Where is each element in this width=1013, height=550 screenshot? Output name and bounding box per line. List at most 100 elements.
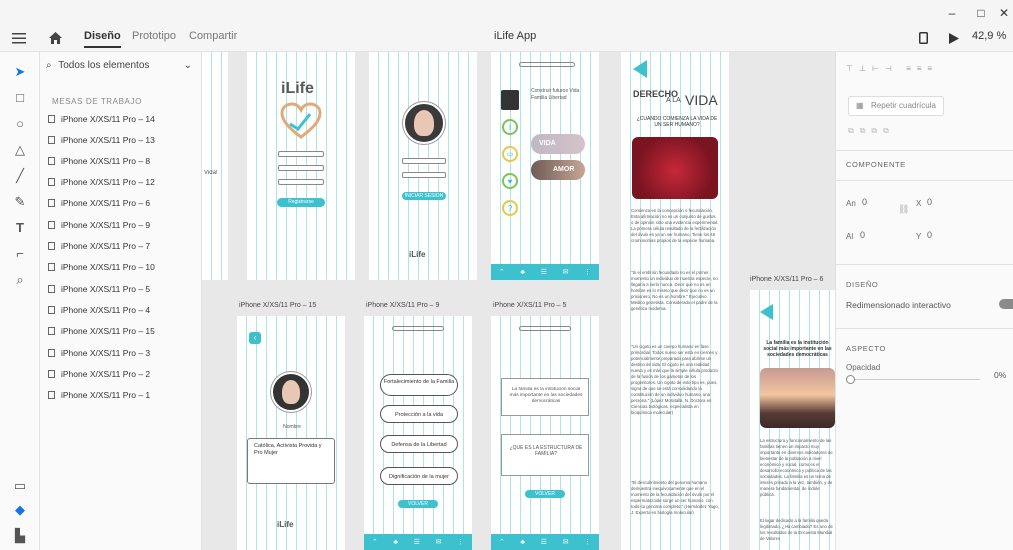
artboard-partial[interactable]: Vida! (202, 52, 228, 280)
home-icon[interactable] (49, 26, 67, 50)
heart-icon[interactable]: ♥ (502, 173, 518, 189)
height-value[interactable]: 0 (860, 230, 865, 240)
artboard-item[interactable]: iPhone X/XS/11 Pro – 13 (48, 133, 155, 147)
boolean-icons[interactable]: ⧉⧉⧉⧉ (848, 126, 895, 136)
rectangle-tool-icon[interactable]: □ (10, 88, 30, 108)
ellipse-tool-icon[interactable]: ○ (10, 114, 30, 134)
artboard-item[interactable]: iPhone X/XS/11 Pro – 6 (48, 196, 150, 210)
mail-icon[interactable]: ✉ (436, 538, 442, 546)
canvas[interactable]: Vida! iLife Registrarse INICIAR SESION i… (202, 52, 835, 550)
search-bar[interactable] (519, 62, 575, 67)
opacity-slider-thumb[interactable] (846, 375, 855, 384)
close-button[interactable]: ✕ (989, 2, 1013, 24)
artboard-item[interactable]: iPhone X/XS/11 Pro – 3 (48, 346, 150, 360)
pill-vida[interactable]: Protección a la vida (380, 405, 458, 423)
help-icon[interactable]: ? (502, 200, 518, 216)
artboard-item[interactable]: iPhone X/XS/11 Pro – 7 (48, 239, 150, 253)
artboard-profile[interactable]: ‹ Nombre Católica, Activista Provida y P… (237, 316, 345, 550)
back-arrow-icon[interactable] (760, 304, 773, 320)
chevron-up-icon[interactable]: ⌃ (499, 538, 505, 546)
pill-familia[interactable]: Fortalecimiento de la Familia (380, 374, 458, 396)
width-value[interactable]: 0 (862, 197, 867, 207)
mail-icon[interactable]: ✉ (563, 538, 569, 546)
tree-icon[interactable]: ♣ (520, 269, 525, 276)
chevron-down-icon[interactable]: ⌄ (184, 60, 192, 71)
artboard-article[interactable]: DERECHO A LA VIDA ¿CUÁNDO COMIENZA LA VI… (621, 52, 729, 550)
vida-chip[interactable]: VIDA (531, 134, 585, 154)
pen-tool-icon[interactable]: ✎ (10, 192, 30, 212)
zoom-tool-icon[interactable]: ⌕ (10, 270, 30, 290)
artboard-label[interactable]: iPhone X/XS/11 Pro – 9 (366, 302, 439, 309)
align-icons[interactable]: ⊤⊥⊢⊣ ≡≡≡ (846, 64, 938, 73)
opacity-value[interactable]: 0% (994, 370, 1006, 380)
chevron-up-icon[interactable]: ⌃ (499, 268, 505, 276)
more-icon[interactable]: ⋮ (584, 268, 591, 276)
more-icon[interactable]: ⋮ (457, 538, 464, 546)
list-icon[interactable]: ☰ (541, 268, 547, 276)
artboard-item[interactable]: iPhone X/XS/11 Pro – 2 (48, 367, 150, 381)
artboard-values[interactable]: Fortalecimiento de la Familia Protección… (364, 316, 472, 550)
amor-chip[interactable]: AMOR (531, 160, 585, 180)
password-field[interactable] (402, 172, 446, 178)
assets-icon[interactable]: ▭ (10, 476, 30, 496)
opacity-slider[interactable] (850, 379, 980, 380)
book-icon[interactable]: ▭ (502, 146, 518, 162)
play-icon[interactable] (949, 26, 961, 50)
email-field[interactable] (278, 151, 324, 157)
select-tool-icon[interactable]: ➤ (10, 62, 30, 82)
hamburger-menu-icon[interactable] (12, 26, 32, 50)
line-tool-icon[interactable]: ╱ (10, 166, 30, 186)
search-bar[interactable] (519, 326, 571, 331)
pill-libertad[interactable]: Defensa de la Libertad (380, 435, 458, 453)
artboard-login[interactable]: iLife Registrarse (247, 52, 355, 280)
tab-prototipo[interactable]: Prototipo (132, 30, 176, 42)
info-icon[interactable]: i (502, 119, 518, 135)
artboard-item[interactable]: iPhone X/XS/11 Pro – 4 (48, 303, 150, 317)
artboard-family[interactable]: La familia es la institución social más … (491, 316, 599, 550)
family-box-1[interactable]: La familia es la institución social más … (501, 378, 589, 416)
list-icon[interactable]: ☰ (414, 538, 420, 546)
link-icon[interactable]: ⛓ (898, 204, 909, 215)
back-button[interactable]: VOLVER (398, 500, 438, 508)
device-preview-icon[interactable] (919, 26, 933, 50)
search-bar[interactable] (392, 326, 444, 331)
artboard-item[interactable]: iPhone X/XS/11 Pro – 10 (48, 260, 155, 274)
password-field[interactable] (278, 165, 324, 171)
artboard-family-detail[interactable]: La familia es la institución social más … (750, 290, 835, 550)
plugins-icon[interactable]: ▙ (10, 526, 30, 546)
artboard-menu[interactable]: Construir futuros Vida Familia Libertad … (491, 52, 599, 280)
register-button[interactable]: Registrarse (277, 198, 325, 207)
minimize-button[interactable]: – (937, 2, 967, 24)
artboard-item[interactable]: iPhone X/XS/11 Pro – 8 (48, 154, 150, 168)
back-button[interactable]: ‹ (249, 332, 261, 344)
layers-icon[interactable]: ◆ (10, 500, 30, 520)
artboard-item[interactable]: iPhone X/XS/11 Pro – 14 (48, 112, 155, 126)
artboard-tool-icon[interactable]: ⌐ (10, 244, 30, 264)
family-box-2[interactable]: ¿QUÉ ES LA ESTRUCTURA DE FAMILIA? (501, 434, 589, 476)
artboard-item[interactable]: iPhone X/XS/11 Pro – 15 (48, 324, 155, 338)
polygon-tool-icon[interactable]: △ (10, 140, 30, 160)
x-value[interactable]: 0 (927, 197, 932, 207)
tab-compartir[interactable]: Compartir (189, 30, 237, 42)
mail-icon[interactable]: ✉ (563, 268, 569, 276)
tree-icon[interactable]: ♣ (393, 539, 398, 546)
artboard-profile-login[interactable]: INICIAR SESION iLife (369, 52, 477, 280)
y-value[interactable]: 0 (927, 230, 932, 240)
tab-diseno[interactable]: Diseño (84, 30, 121, 48)
more-icon[interactable]: ⋮ (584, 538, 591, 546)
tree-icon[interactable]: ♣ (520, 539, 525, 546)
username-field[interactable] (402, 158, 446, 164)
artboard-item[interactable]: iPhone X/XS/11 Pro – 5 (48, 282, 150, 296)
pill-mujer[interactable]: Dignificación de la mujer (380, 467, 458, 485)
chevron-up-icon[interactable]: ⌃ (372, 538, 378, 546)
artboard-item[interactable]: iPhone X/XS/11 Pro – 9 (48, 218, 150, 232)
back-button[interactable]: VOLVER (525, 490, 565, 498)
login-button[interactable]: INICIAR SESION (402, 192, 446, 200)
layers-filter[interactable]: ⌕ Todos los elementos ⌄ (46, 60, 196, 82)
artboard-label[interactable]: iPhone X/XS/11 Pro – 6 (750, 276, 823, 283)
artboard-item[interactable]: iPhone X/XS/11 Pro – 1 (48, 388, 150, 402)
bio-box[interactable]: Católica, Activista Provida y Pro Mujer (247, 438, 335, 484)
artboard-label[interactable]: iPhone X/XS/11 Pro – 15 (239, 302, 316, 309)
artboard-item[interactable]: iPhone X/XS/11 Pro – 12 (48, 175, 155, 189)
confirm-field[interactable] (278, 179, 324, 185)
